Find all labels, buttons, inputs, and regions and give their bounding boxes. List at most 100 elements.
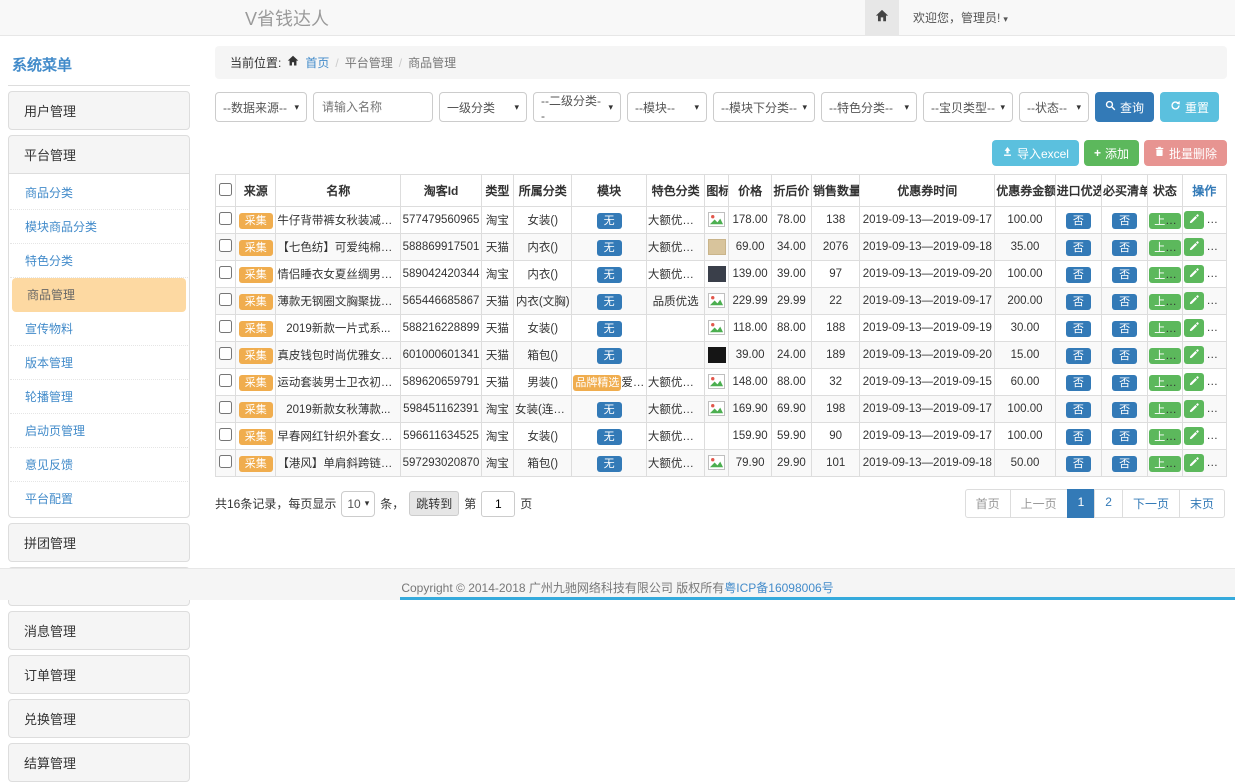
- status-button[interactable]: 上架: [1149, 429, 1181, 445]
- page-prev[interactable]: 上一页: [1010, 489, 1068, 518]
- must-buy-toggle[interactable]: 否: [1112, 375, 1137, 391]
- status-button[interactable]: 上架: [1149, 402, 1181, 418]
- must-buy-toggle[interactable]: 否: [1112, 321, 1137, 337]
- sidebar-item-settlement-management[interactable]: 结算管理: [8, 743, 190, 782]
- sidebar-item-order-management[interactable]: 订单管理: [8, 655, 190, 694]
- must-buy-toggle[interactable]: 否: [1112, 213, 1137, 229]
- sidebar-subitem-feature-category[interactable]: 特色分类: [10, 244, 188, 278]
- sidebar-item-message-management[interactable]: 消息管理: [8, 611, 190, 650]
- select-all-checkbox[interactable]: [219, 183, 232, 196]
- imported-toggle[interactable]: 否: [1066, 402, 1091, 418]
- sidebar-subitem-platform-config[interactable]: 平台配置: [10, 482, 188, 515]
- edit-button[interactable]: [1184, 427, 1204, 445]
- product-type: 天猫: [481, 288, 513, 315]
- import-excel-button[interactable]: 导入excel: [992, 140, 1079, 166]
- user-menu[interactable]: 欢迎您，管理员!▾: [899, 9, 1008, 26]
- sidebar-item-platform-management-header[interactable]: 平台管理: [9, 136, 189, 173]
- edit-button[interactable]: [1184, 400, 1204, 418]
- row-checkbox[interactable]: [219, 212, 232, 225]
- home-button[interactable]: [865, 0, 899, 35]
- must-buy-toggle[interactable]: 否: [1112, 456, 1137, 472]
- edit-icon: [1189, 295, 1199, 308]
- row-checkbox[interactable]: [219, 239, 232, 252]
- imported-toggle[interactable]: 否: [1066, 456, 1091, 472]
- module-sub-select[interactable]: --模块下分类--▾: [713, 92, 815, 122]
- row-checkbox[interactable]: [219, 266, 232, 279]
- edit-button[interactable]: [1184, 454, 1204, 472]
- imported-toggle[interactable]: 否: [1066, 429, 1091, 445]
- sidebar-subitem-promo-materials[interactable]: 宣传物料: [10, 312, 188, 346]
- sidebar-subitem-goods-management[interactable]: 商品管理: [12, 278, 186, 312]
- add-button[interactable]: + 添加: [1084, 140, 1139, 166]
- sidebar-subitem-feedback[interactable]: 意见反馈: [10, 448, 188, 482]
- category1-select[interactable]: 一级分类▾: [439, 92, 527, 122]
- item-type-select[interactable]: --宝贝类型--▾: [923, 92, 1013, 122]
- chevron-down-icon: ▾: [514, 102, 519, 113]
- search-button[interactable]: 查询: [1095, 92, 1154, 122]
- reset-button[interactable]: 重置: [1160, 92, 1219, 122]
- must-buy-toggle[interactable]: 否: [1112, 294, 1137, 310]
- row-checkbox[interactable]: [219, 374, 232, 387]
- imported-toggle[interactable]: 否: [1066, 213, 1091, 229]
- name-search-input[interactable]: [313, 92, 433, 122]
- breadcrumb-home-link[interactable]: 首页: [305, 54, 329, 71]
- status-button[interactable]: 上架: [1149, 240, 1181, 256]
- must-buy-toggle[interactable]: 否: [1112, 240, 1137, 256]
- edit-button[interactable]: [1184, 319, 1204, 337]
- status-button[interactable]: 上架: [1149, 213, 1181, 229]
- edit-button[interactable]: [1184, 346, 1204, 364]
- status-button[interactable]: 上架: [1149, 456, 1181, 472]
- sidebar-item-user-management[interactable]: 用户管理: [8, 91, 190, 130]
- sidebar-subitem-splash-management[interactable]: 启动页管理: [10, 414, 188, 448]
- must-buy-toggle[interactable]: 否: [1112, 348, 1137, 364]
- feature-category-select[interactable]: --特色分类--▾: [821, 92, 917, 122]
- sidebar-subitem-version-management[interactable]: 版本管理: [10, 346, 188, 380]
- imported-toggle[interactable]: 否: [1066, 240, 1091, 256]
- status-button[interactable]: 上架: [1149, 321, 1181, 337]
- row-checkbox[interactable]: [219, 320, 232, 333]
- must-buy-toggle[interactable]: 否: [1112, 267, 1137, 283]
- edit-button[interactable]: [1184, 211, 1204, 229]
- status-button[interactable]: 上架: [1149, 348, 1181, 364]
- status-button[interactable]: 上架: [1149, 375, 1181, 391]
- imported-toggle[interactable]: 否: [1066, 348, 1091, 364]
- must-buy-toggle[interactable]: 否: [1112, 402, 1137, 418]
- row-checkbox[interactable]: [219, 428, 232, 441]
- page-1[interactable]: 1: [1067, 489, 1096, 518]
- category2-select[interactable]: --二级分类--▾: [533, 92, 621, 122]
- sidebar-subitem-goods-category[interactable]: 商品分类: [10, 176, 188, 210]
- status-button[interactable]: 上架: [1149, 294, 1181, 310]
- must-buy-toggle[interactable]: 否: [1112, 429, 1137, 445]
- row-checkbox[interactable]: [219, 455, 232, 468]
- per-page-select[interactable]: 10▾: [341, 491, 375, 517]
- row-checkbox[interactable]: [219, 401, 232, 414]
- row-checkbox[interactable]: [219, 347, 232, 360]
- edit-button[interactable]: [1184, 238, 1204, 256]
- imported-toggle[interactable]: 否: [1066, 267, 1091, 283]
- sidebar-subitem-carousel-management[interactable]: 轮播管理: [10, 380, 188, 414]
- sidebar-item-group-buy-management[interactable]: 拼团管理: [8, 523, 190, 562]
- imported-toggle[interactable]: 否: [1066, 294, 1091, 310]
- jump-page-input[interactable]: [481, 491, 515, 517]
- row-checkbox[interactable]: [219, 293, 232, 306]
- edit-button[interactable]: [1184, 292, 1204, 310]
- module-select[interactable]: --模块--▾: [627, 92, 707, 122]
- sales-count: 22: [812, 288, 860, 315]
- data-source-select[interactable]: --数据来源--▾: [215, 92, 307, 122]
- sidebar-subitem-module-goods-category[interactable]: 模块商品分类: [10, 210, 188, 244]
- edit-button[interactable]: [1184, 373, 1204, 391]
- imported-toggle[interactable]: 否: [1066, 321, 1091, 337]
- page-next[interactable]: 下一页: [1122, 489, 1180, 518]
- sidebar-item-exchange-management[interactable]: 兑换管理: [8, 699, 190, 738]
- imported-toggle[interactable]: 否: [1066, 375, 1091, 391]
- edit-button[interactable]: [1184, 265, 1204, 283]
- jump-button[interactable]: 跳转到: [409, 491, 459, 516]
- batch-delete-button[interactable]: 批量删除: [1144, 140, 1227, 166]
- page-first[interactable]: 首页: [965, 489, 1011, 518]
- page-2[interactable]: 2: [1094, 489, 1123, 518]
- refresh-icon: [1170, 100, 1181, 114]
- status-select[interactable]: --状态--▾: [1019, 92, 1089, 122]
- status-button[interactable]: 上架: [1149, 267, 1181, 283]
- icp-link[interactable]: 粤ICP备16098006号: [724, 581, 833, 595]
- page-last[interactable]: 末页: [1179, 489, 1225, 518]
